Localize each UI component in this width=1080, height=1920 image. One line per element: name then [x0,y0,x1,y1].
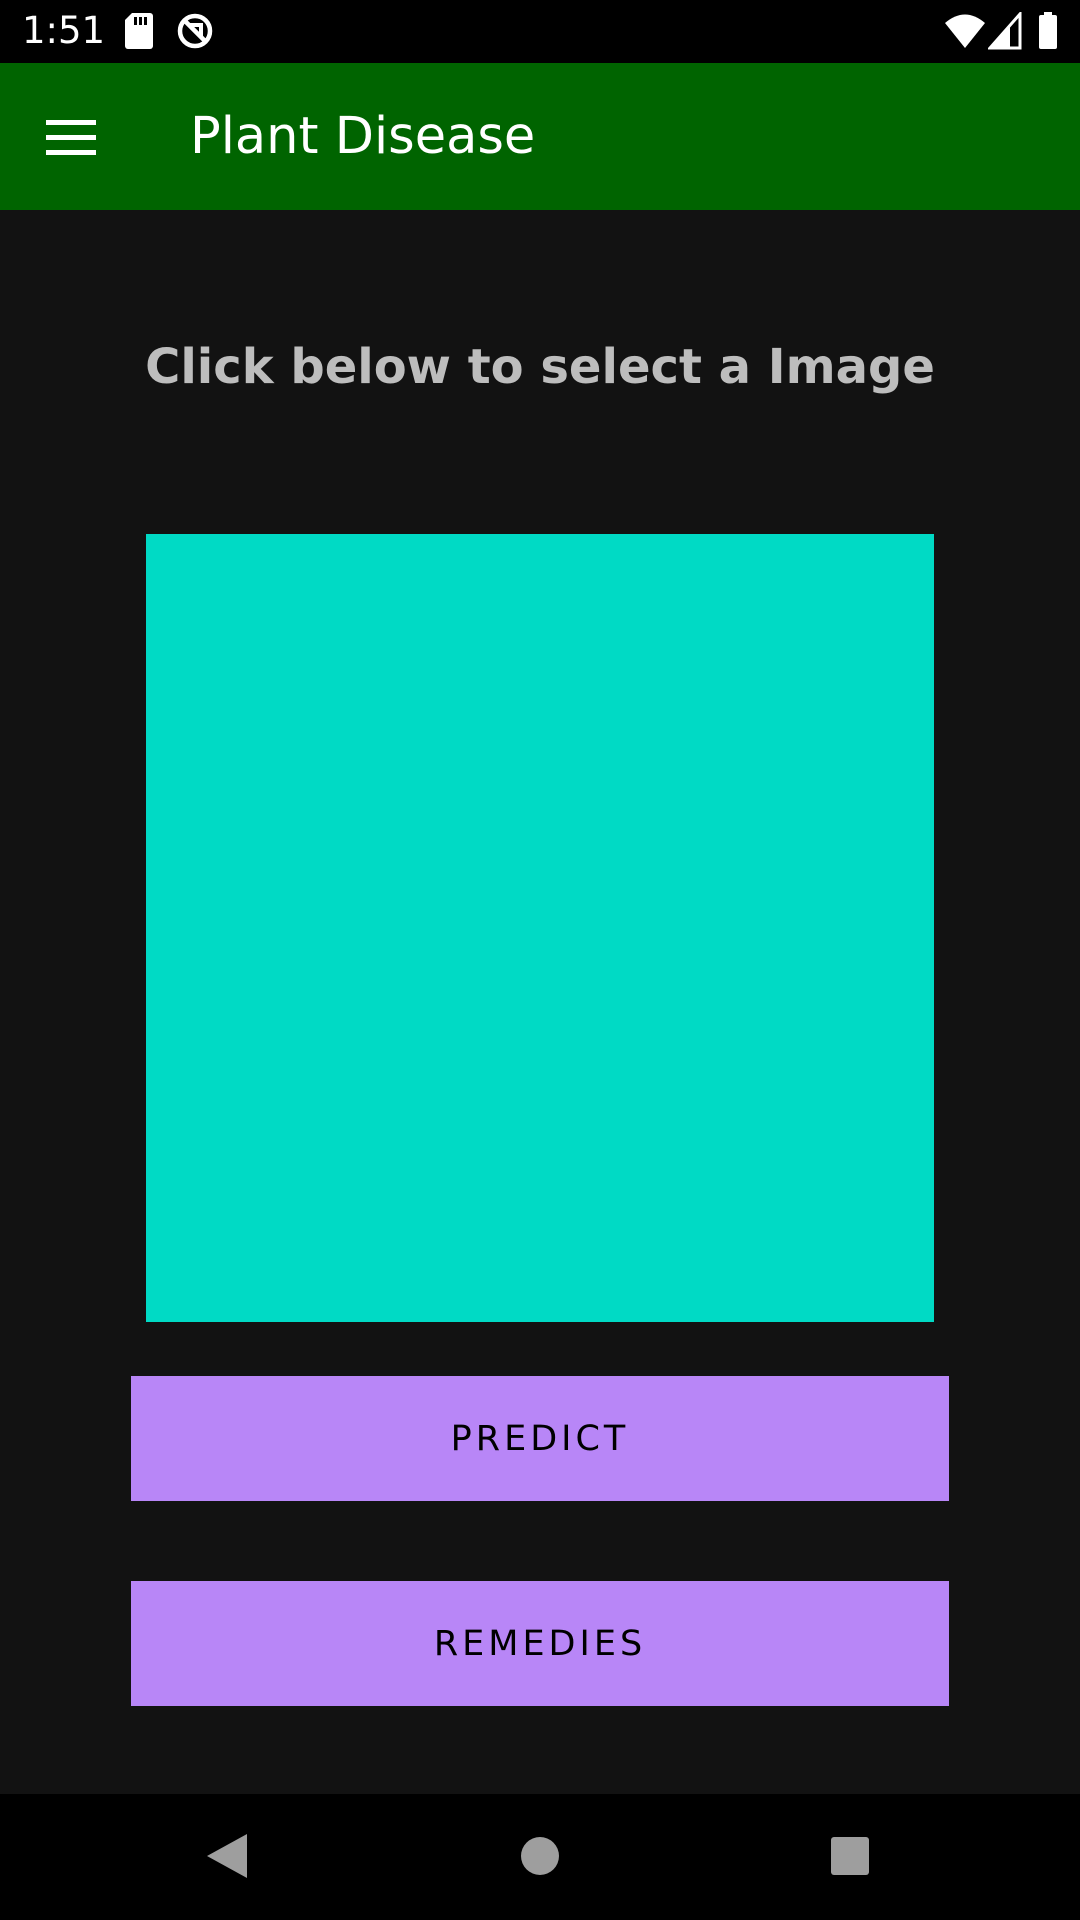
predict-button[interactable]: PREDICT [131,1376,949,1501]
recents-button[interactable] [818,1824,882,1888]
page-title: Plant Disease [190,107,536,166]
navigation-bar [0,1794,1080,1920]
main-content: Click below to select a Image PREDICT RE… [0,210,1080,1794]
battery-icon [1039,12,1057,49]
back-button[interactable] [194,1824,258,1888]
back-icon [207,1834,247,1878]
image-select-area[interactable] [146,534,934,1322]
wifi-icon [945,14,985,48]
home-icon [521,1837,559,1875]
menu-button[interactable] [30,96,114,180]
app-bar: Plant Disease [0,63,1080,210]
status-time: 1:51 [22,9,106,52]
recents-icon [831,1837,869,1875]
remedies-button[interactable]: REMEDIES [131,1581,949,1706]
sd-card-icon [125,13,153,49]
instruction-text: Click below to select a Image [145,339,935,395]
cellular-signal-icon [988,12,1022,50]
sync-disabled-icon [177,13,213,49]
hamburger-menu-icon [46,120,96,155]
home-button[interactable] [508,1824,572,1888]
status-bar: 1:51 [0,0,1080,63]
